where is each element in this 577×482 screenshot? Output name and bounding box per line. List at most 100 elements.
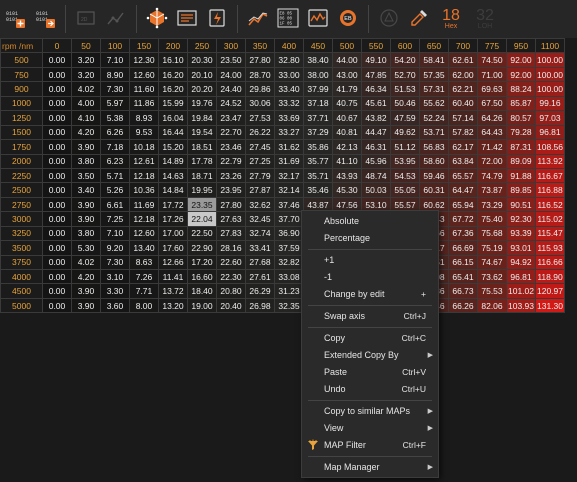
table-cell[interactable]: 115.47 xyxy=(535,225,565,242)
table-cell[interactable]: 8.93 xyxy=(129,110,159,126)
table-cell[interactable]: 20.10 xyxy=(187,66,217,83)
table-cell[interactable]: 38.00 xyxy=(303,66,333,83)
table-cell[interactable]: 5.26 xyxy=(100,182,130,198)
table-cell[interactable]: 97.03 xyxy=(535,110,565,126)
table-cell[interactable]: 89.09 xyxy=(506,153,536,169)
line-chart-button[interactable] xyxy=(245,4,271,34)
table-cell[interactable]: 47.59 xyxy=(390,110,420,126)
table-cell[interactable]: 22.04 xyxy=(187,211,217,227)
row-header[interactable]: 1750 xyxy=(0,139,43,155)
table-cell[interactable]: 74.50 xyxy=(477,52,507,68)
table-cell[interactable]: 90.51 xyxy=(506,196,536,213)
table-cell[interactable]: 62.61 xyxy=(448,52,478,68)
table-cell[interactable]: 7.25 xyxy=(100,211,130,227)
table-cell[interactable]: 27.68 xyxy=(245,254,275,271)
table-cell[interactable]: 9.20 xyxy=(100,240,130,256)
table-cell[interactable]: 79.28 xyxy=(506,124,536,141)
table-cell[interactable]: 93.01 xyxy=(506,240,536,256)
table-cell[interactable]: 36.90 xyxy=(274,225,304,242)
table-cell[interactable]: 100.00 xyxy=(535,66,565,83)
table-cell[interactable]: 22.90 xyxy=(187,240,217,256)
table-cell[interactable]: 48.74 xyxy=(361,167,391,184)
row-header[interactable]: 4000 xyxy=(0,268,43,285)
table-cell[interactable]: 24.40 xyxy=(216,81,246,97)
cube-3d-button[interactable] xyxy=(144,4,170,34)
waveform-button[interactable] xyxy=(305,4,331,34)
table-cell[interactable]: 35.77 xyxy=(303,153,333,169)
table-cell[interactable]: 10.18 xyxy=(129,139,159,155)
menu-copy[interactable]: Copy Ctrl+C xyxy=(302,330,438,347)
menu-change-by-edit[interactable]: Change by edit + xyxy=(302,286,438,303)
map-2d-button[interactable]: 2D xyxy=(73,4,99,34)
table-cell[interactable]: 80.57 xyxy=(506,110,536,126)
table-cell[interactable]: 73.29 xyxy=(477,196,507,213)
power-button[interactable] xyxy=(204,4,230,34)
table-cell[interactable]: 32.14 xyxy=(274,182,304,198)
table-cell[interactable]: 12.61 xyxy=(129,153,159,169)
table-cell[interactable]: 75.40 xyxy=(477,211,507,227)
table-cell[interactable]: 32.35 xyxy=(274,297,304,314)
row-header[interactable]: 2500 xyxy=(0,182,43,198)
table-cell[interactable]: 22.50 xyxy=(187,225,217,242)
table-cell[interactable]: 116.52 xyxy=(535,196,565,213)
table-cell[interactable]: 91.88 xyxy=(506,167,536,184)
table-cell[interactable]: 62.17 xyxy=(448,139,478,155)
table-cell[interactable]: 27.63 xyxy=(216,211,246,227)
table-cell[interactable]: 11.60 xyxy=(129,81,159,97)
table-cell[interactable]: 131.30 xyxy=(535,297,565,314)
table-cell[interactable]: 40.67 xyxy=(332,110,362,126)
table-cell[interactable]: 100.00 xyxy=(535,81,565,97)
table-cell[interactable]: 58.60 xyxy=(419,153,449,169)
table-cell[interactable]: 18.40 xyxy=(187,283,217,299)
table-cell[interactable]: 116.66 xyxy=(535,254,565,271)
column-header[interactable]: 0 xyxy=(42,37,72,54)
table-cell[interactable]: 3.50 xyxy=(71,167,101,184)
table-cell[interactable]: 67.36 xyxy=(448,225,478,242)
table-cell[interactable]: 92.30 xyxy=(506,211,536,227)
table-cell[interactable]: 17.78 xyxy=(187,153,217,169)
table-cell[interactable]: 19.54 xyxy=(187,124,217,141)
table-cell[interactable]: 55.05 xyxy=(390,182,420,198)
table-cell[interactable]: 57.35 xyxy=(419,66,449,83)
table-cell[interactable]: 43.93 xyxy=(332,167,362,184)
table-cell[interactable]: 16.44 xyxy=(158,124,188,141)
table-cell[interactable]: 22.30 xyxy=(216,268,246,285)
table-cell[interactable]: 65.41 xyxy=(448,268,478,285)
table-cell[interactable]: 41.79 xyxy=(332,81,362,97)
table-cell[interactable]: 120.97 xyxy=(535,283,565,299)
table-cell[interactable]: 115.93 xyxy=(535,240,565,256)
table-cell[interactable]: 23.95 xyxy=(216,182,246,198)
table-cell[interactable]: 4.00 xyxy=(71,95,101,112)
table-cell[interactable]: 73.87 xyxy=(477,182,507,198)
table-cell[interactable]: 4.10 xyxy=(71,110,101,126)
table-cell[interactable]: 13.20 xyxy=(158,297,188,314)
row-header[interactable]: 2250 xyxy=(0,167,43,184)
table-cell[interactable]: 6.61 xyxy=(100,196,130,213)
table-cell[interactable]: 92.00 xyxy=(506,52,536,68)
table-cell[interactable]: 60.40 xyxy=(448,95,478,112)
table-cell[interactable]: 19.84 xyxy=(187,110,217,126)
table-cell[interactable]: 33.40 xyxy=(274,81,304,97)
table-cell[interactable]: 116.88 xyxy=(535,182,565,198)
table-cell[interactable]: 96.81 xyxy=(506,268,536,285)
table-cell[interactable]: 0.00 xyxy=(42,167,72,184)
table-cell[interactable]: 38.40 xyxy=(303,52,333,68)
menu-percentage[interactable]: Percentage xyxy=(302,230,438,247)
table-cell[interactable]: 6.23 xyxy=(100,153,130,169)
column-header[interactable]: 450 xyxy=(303,37,333,54)
table-cell[interactable]: 14.63 xyxy=(158,167,188,184)
table-cell[interactable]: 20.30 xyxy=(187,52,217,68)
menu-map-filter[interactable]: MAP Filter Ctrl+F xyxy=(302,437,438,454)
table-cell[interactable]: 0.00 xyxy=(42,124,72,141)
table-cell[interactable]: 64.26 xyxy=(477,110,507,126)
table-cell[interactable]: 46.31 xyxy=(361,139,391,155)
table-cell[interactable]: 37.99 xyxy=(303,81,333,97)
table-cell[interactable]: 65.94 xyxy=(448,196,478,213)
column-header[interactable]: 50 xyxy=(71,37,101,54)
table-cell[interactable]: 100.00 xyxy=(535,52,565,68)
table-cell[interactable]: 44.00 xyxy=(332,52,362,68)
table-cell[interactable]: 0.00 xyxy=(42,95,72,112)
table-cell[interactable]: 3.30 xyxy=(100,283,130,299)
column-header[interactable]: 950 xyxy=(506,37,536,54)
table-cell[interactable]: 28.70 xyxy=(245,66,275,83)
